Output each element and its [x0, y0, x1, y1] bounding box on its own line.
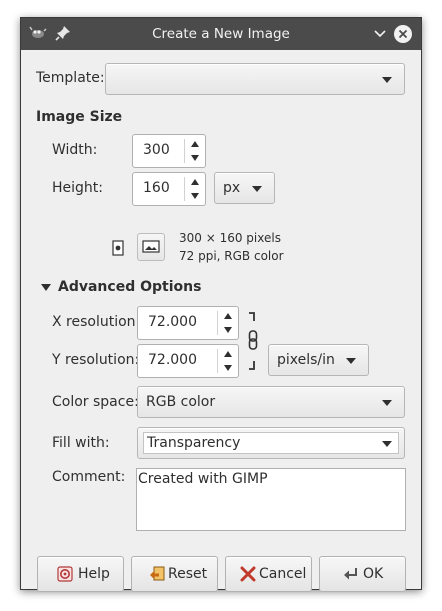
cancel-button[interactable]: Cancel [225, 556, 312, 592]
window-title: Create a New Image [152, 26, 290, 42]
size-unit-value: px [223, 180, 241, 196]
cancel-icon [240, 566, 256, 582]
fill-with-label: Fill with: [52, 435, 110, 451]
y-resolution-value: 72.000 [148, 352, 197, 368]
dropdown-arrow-icon [346, 358, 356, 364]
size-unit-combo[interactable]: px [214, 172, 275, 204]
advanced-options-heading[interactable]: Advanced Options [58, 279, 201, 295]
portrait-orientation-icon[interactable] [111, 239, 125, 257]
help-label: Help [78, 566, 110, 582]
image-info: 300 × 160 pixels 72 ppi, RGB color [179, 229, 284, 265]
dropdown-arrow-icon [382, 77, 392, 83]
landscape-orientation-icon [142, 240, 160, 253]
increment-icon[interactable] [191, 179, 199, 185]
resolution-unit-combo[interactable]: pixels/in [268, 344, 369, 376]
dialog-content: Template: Image Size Width: 300 Height: … [21, 50, 421, 592]
image-size-heading: Image Size [36, 109, 123, 125]
width-label: Width: [52, 142, 98, 158]
help-icon [57, 566, 73, 582]
color-space-combo[interactable]: RGB color [137, 386, 405, 418]
fill-with-value: Transparency [147, 435, 241, 451]
enter-icon [344, 568, 357, 580]
reset-label: Reset [168, 566, 208, 582]
decrement-icon[interactable] [224, 365, 232, 371]
height-spinner[interactable]: 160 [132, 172, 206, 206]
chain-link-icon[interactable] [245, 311, 261, 373]
close-icon [398, 29, 408, 39]
width-spinner[interactable]: 300 [132, 134, 206, 168]
reset-button[interactable]: Reset [131, 556, 218, 592]
increment-icon[interactable] [224, 351, 232, 357]
x-resolution-value: 72.000 [148, 314, 197, 330]
y-resolution-label: Y resolution: [52, 352, 140, 368]
image-info-pixels: 300 × 160 pixels [179, 231, 281, 245]
decrement-icon[interactable] [191, 155, 199, 161]
width-value: 300 [143, 142, 170, 158]
comment-label: Comment: [52, 469, 126, 485]
template-combo[interactable] [105, 63, 405, 95]
height-label: Height: [52, 180, 103, 196]
y-resolution-spinner[interactable]: 72.000 [137, 344, 239, 378]
close-button[interactable] [394, 25, 412, 43]
comment-textarea[interactable]: Created with GIMP [136, 468, 406, 531]
decrement-icon[interactable] [191, 193, 199, 199]
expander-arrow-icon[interactable] [41, 284, 51, 291]
resolution-unit-value: pixels/in [277, 352, 335, 368]
create-image-dialog: Create a New Image Template: Image Size … [20, 17, 422, 592]
landscape-orientation-button[interactable] [137, 233, 165, 261]
cancel-label: Cancel [259, 566, 307, 582]
ok-button[interactable]: OK [319, 556, 406, 592]
title-bar: Create a New Image [21, 18, 421, 50]
x-resolution-spinner[interactable]: 72.000 [137, 306, 239, 340]
reset-icon [150, 566, 165, 581]
help-button[interactable]: Help [37, 556, 124, 592]
color-space-label: Color space: [52, 394, 139, 410]
x-resolution-label: X resolution: [52, 314, 141, 330]
height-value: 160 [143, 180, 170, 196]
dropdown-arrow-icon [252, 186, 262, 192]
fill-with-combo[interactable]: Transparency [137, 427, 405, 459]
increment-icon[interactable] [191, 141, 199, 147]
increment-icon[interactable] [224, 313, 232, 319]
template-label: Template: [36, 70, 105, 86]
ok-label: OK [363, 566, 384, 582]
comment-text: Created with GIMP [138, 471, 268, 487]
decrement-icon[interactable] [224, 327, 232, 333]
color-space-value: RGB color [146, 394, 216, 410]
image-info-resolution: 72 ppi, RGB color [179, 249, 284, 263]
chevron-down-icon[interactable] [373, 26, 387, 40]
dropdown-arrow-icon [382, 400, 392, 406]
dropdown-arrow-icon [382, 441, 392, 447]
